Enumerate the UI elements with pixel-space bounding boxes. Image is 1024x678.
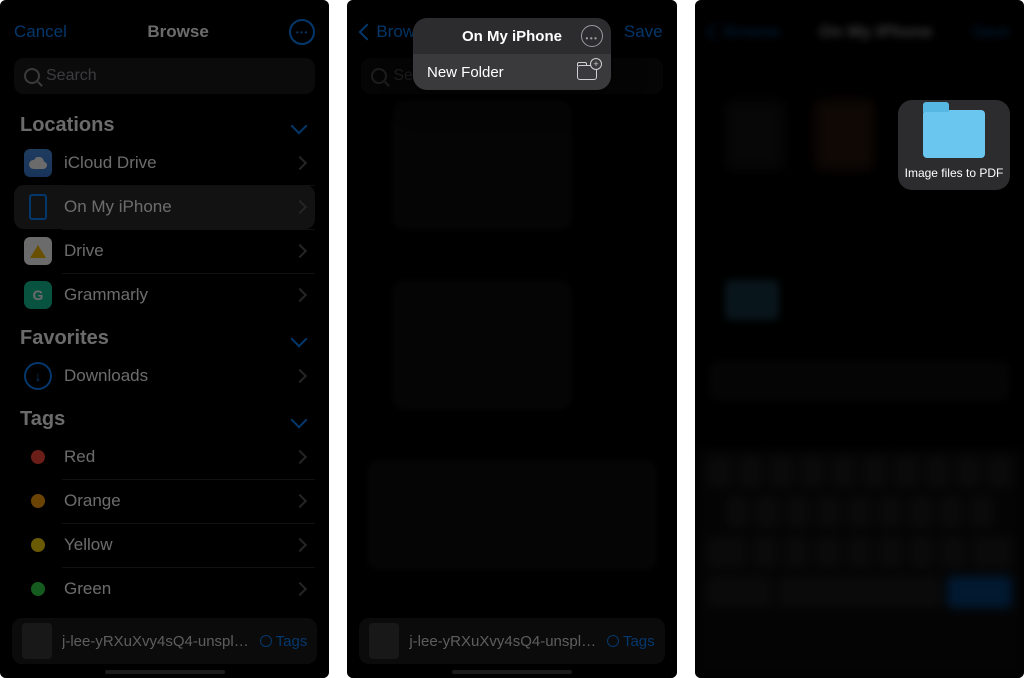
home-indicator[interactable] [452,670,572,674]
chevron-right-icon [293,156,307,170]
popup-title: On My iPhone [413,18,611,54]
search-icon [371,68,387,84]
tag-dot-icon [31,450,45,464]
tag-dot-icon [31,582,45,596]
screen-folder-created: Browse On My iPhone Save Image files to … [695,0,1024,678]
new-folder-icon [577,65,597,80]
tags-button[interactable]: Tags [607,633,655,650]
section-title: Locations [20,114,114,137]
tag-icon [607,635,619,647]
chevron-down-icon [291,411,308,428]
nav-bar: Cancel Browse [0,10,329,54]
chevron-right-icon [293,582,307,596]
nav-title: Browse [147,22,208,42]
chevron-back-icon [706,24,723,41]
tag-yellow[interactable]: Yellow [14,523,315,567]
location-label: Drive [64,241,295,261]
location-label: Grammarly [64,285,295,305]
selected-file-bar: j-lee-yRXuXvy4sQ4-unsplash Tags [359,618,664,664]
folder-options-popup: On My iPhone New Folder [413,18,611,90]
tag-label: Orange [64,491,295,511]
back-button[interactable]: Browse [709,22,781,42]
folder-icon [923,110,985,158]
iphone-icon [24,193,52,221]
selected-file-bar: j-lee-yRXuXvy4sQ4-unsplash Tags [12,618,317,664]
location-label: On My iPhone [64,197,295,217]
file-name: j-lee-yRXuXvy4sQ4-unsplash [409,633,597,650]
chevron-right-icon [293,538,307,552]
popup-more-button[interactable] [581,25,603,47]
chevron-right-icon [293,369,307,383]
back-label: Browse [724,22,781,42]
file-thumbnail [22,623,52,659]
folder-name[interactable]: Image files to PDF [904,166,1004,182]
chevron-right-icon [293,494,307,508]
save-button[interactable]: Save [971,22,1010,42]
tags-button-label: Tags [623,633,655,650]
nav-bar: Browse On My iPhone Save [695,10,1024,54]
more-menu-button[interactable] [289,19,315,45]
section-title: Tags [20,408,65,431]
section-header-locations[interactable]: Locations [0,104,329,141]
chevron-right-icon [293,288,307,302]
tag-label: Yellow [64,535,295,555]
tag-green[interactable]: Green [14,567,315,611]
download-icon: ↓ [24,362,52,390]
search-icon [24,68,40,84]
ellipsis-icon [586,28,599,45]
tag-label: Green [64,579,295,599]
favorite-label: Downloads [64,366,295,386]
tag-orange[interactable]: Orange [14,479,315,523]
tags-list: Red Orange Yellow Green [0,435,329,611]
search-field[interactable]: Search [14,58,315,94]
file-name: j-lee-yRXuXvy4sQ4-unsplash [62,633,250,650]
search-placeholder: Search [46,67,97,85]
location-icloud-drive[interactable]: iCloud Drive [14,141,315,185]
keyboard[interactable] [695,448,1024,678]
section-title: Favorites [20,327,109,350]
location-label: iCloud Drive [64,153,295,173]
chevron-down-icon [291,117,308,134]
new-folder-item[interactable]: Image files to PDF [898,100,1010,190]
favorite-downloads[interactable]: ↓ Downloads [14,354,315,398]
tag-dot-icon [31,494,45,508]
ellipsis-icon [296,26,309,38]
file-thumbnail [369,623,399,659]
save-button[interactable]: Save [624,22,663,42]
new-folder-label: New Folder [427,64,504,81]
chevron-right-icon [293,450,307,464]
home-indicator[interactable] [105,670,225,674]
tag-label: Red [64,447,295,467]
section-header-favorites[interactable]: Favorites [0,317,329,354]
tag-red[interactable]: Red [14,435,315,479]
screen-browse: Cancel Browse Search Locations iCloud Dr… [0,0,329,678]
location-grammarly[interactable]: G Grammarly [14,273,315,317]
nav-title: On My iPhone [819,22,932,42]
chevron-right-icon [293,244,307,258]
new-folder-action[interactable]: New Folder [413,54,611,90]
chevron-back-icon [359,24,376,41]
tags-button-label: Tags [276,633,308,650]
chevron-down-icon [291,330,308,347]
popup-title-text: On My iPhone [462,28,562,45]
grammarly-icon: G [24,281,52,309]
section-header-tags[interactable]: Tags [0,398,329,435]
locations-list: iCloud Drive On My iPhone Drive G Gramma… [0,141,329,317]
chevron-right-icon [293,200,307,214]
google-drive-icon [24,237,52,265]
icloud-icon [24,149,52,177]
location-drive[interactable]: Drive [14,229,315,273]
tags-button[interactable]: Tags [260,633,308,650]
tag-icon [260,635,272,647]
screen-folder-menu: Browse Save Search On My iPhone New Fold… [347,0,676,678]
favorites-list: ↓ Downloads [0,354,329,398]
cancel-button[interactable]: Cancel [14,22,67,42]
location-on-my-iphone[interactable]: On My iPhone [14,185,315,229]
tag-dot-icon [31,538,45,552]
